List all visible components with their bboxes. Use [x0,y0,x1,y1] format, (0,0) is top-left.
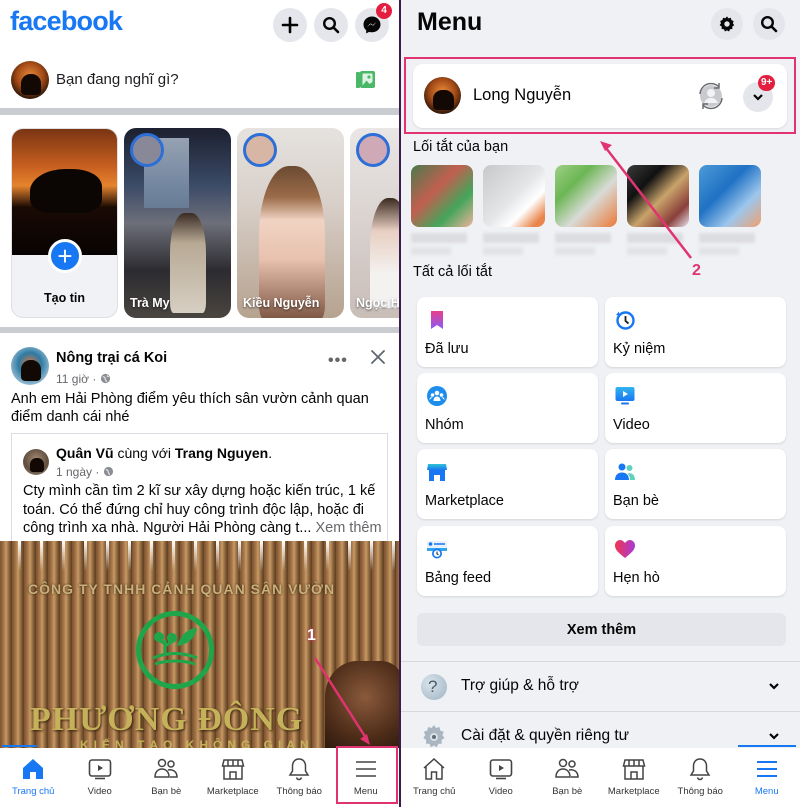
nav-friends[interactable]: Bạn bè [534,748,601,807]
video-icon [615,387,635,405]
nav-video[interactable]: Video [468,748,535,807]
marketplace-icon [221,759,245,780]
marketplace-icon [427,464,447,481]
marketplace-icon [622,759,646,780]
tile-dating[interactable]: Hẹn hò [605,526,786,596]
nav-label: Thông báo [276,786,322,797]
tile-label: Nhóm [425,417,464,433]
tile-groups[interactable]: Nhóm [417,373,598,443]
nav-notifications[interactable]: Thông báo [266,748,333,807]
tile-saved[interactable]: Đã lưu [417,297,598,367]
accordion-label: Trợ giúp & hỗ trợ [461,677,579,694]
nav-label: Trang chủ [12,786,55,797]
annotation-arrow [313,657,370,745]
nav-home[interactable]: Trang chủ [401,748,468,807]
nav-label: Video [488,786,513,797]
home-icon [423,757,445,780]
see-more-button[interactable]: Xem thêm [417,613,786,646]
groups-icon [427,386,447,406]
tile-friends[interactable]: Bạn bè [605,449,786,519]
help-support-accordion[interactable]: ? Trợ giúp & hỗ trợ [401,662,800,712]
nav-label: Trang chủ [413,786,456,797]
chevron-down-icon [769,733,779,740]
tile-feeds[interactable]: Bảng feed [417,526,598,596]
nav-video[interactable]: Video [67,748,134,807]
nav-menu[interactable]: Menu [734,745,800,807]
tile-label: Bảng feed [425,570,492,586]
tile-label: Đã lưu [425,341,469,357]
annotation-number: 2 [692,262,701,279]
bell-icon [288,758,310,781]
chevron-down-icon [769,683,779,690]
tile-label: Video [613,417,650,433]
nav-friends[interactable]: Bạn bè [133,748,200,807]
settings-gear-icon [423,725,445,748]
video-icon [489,759,513,780]
help-icon: ? [421,674,447,700]
menu-screen: Menu Long Nguyễn 9+ Lối tắt của bạn 2 Tấ… [401,0,800,807]
home-icon [23,759,44,779]
memories-clock-icon [616,311,635,330]
nav-label: Menu [754,786,779,797]
nav-marketplace[interactable]: Marketplace [200,748,267,807]
menu-highlight-box [336,746,398,804]
tile-memories[interactable]: Kỷ niệm [605,297,786,367]
nav-label: Thông báo [677,786,723,797]
nav-label: Video [87,786,112,797]
friends-icon [615,463,635,480]
bell-icon [689,758,711,781]
friends-icon [154,758,179,778]
nav-notifications[interactable]: Thông báo [667,748,734,807]
feeds-icon [427,541,447,559]
nav-label: Bạn bè [151,786,182,797]
tile-label: Kỷ niệm [613,341,666,357]
bookmark-icon [431,311,443,329]
home-feed-screen: facebook 4 Bạn đang nghĩ gì? + Tạo tin T… [0,0,399,807]
nav-label: Bạn bè [552,786,583,797]
nav-label: Marketplace [206,786,259,797]
dating-heart-icon [615,540,635,558]
friends-icon [555,758,580,778]
nav-home[interactable]: Trang chủ [0,745,67,807]
tile-label: Marketplace [425,493,504,509]
tile-video[interactable]: Video [605,373,786,443]
accordion-label: Cài đặt & quyền riêng tư [461,727,630,744]
bottom-nav: Trang chủ Video Bạn bè Marketplace Thông… [401,745,800,807]
nav-label: Marketplace [607,786,660,797]
tile-label: Bạn bè [613,493,659,509]
all-shortcuts-heading: Tất cả lối tắt [413,264,492,280]
tile-label: Hẹn hò [613,570,660,586]
menu-icon [756,761,777,777]
nav-marketplace[interactable]: Marketplace [601,748,668,807]
tile-marketplace[interactable]: Marketplace [417,449,598,519]
video-icon [88,759,112,780]
